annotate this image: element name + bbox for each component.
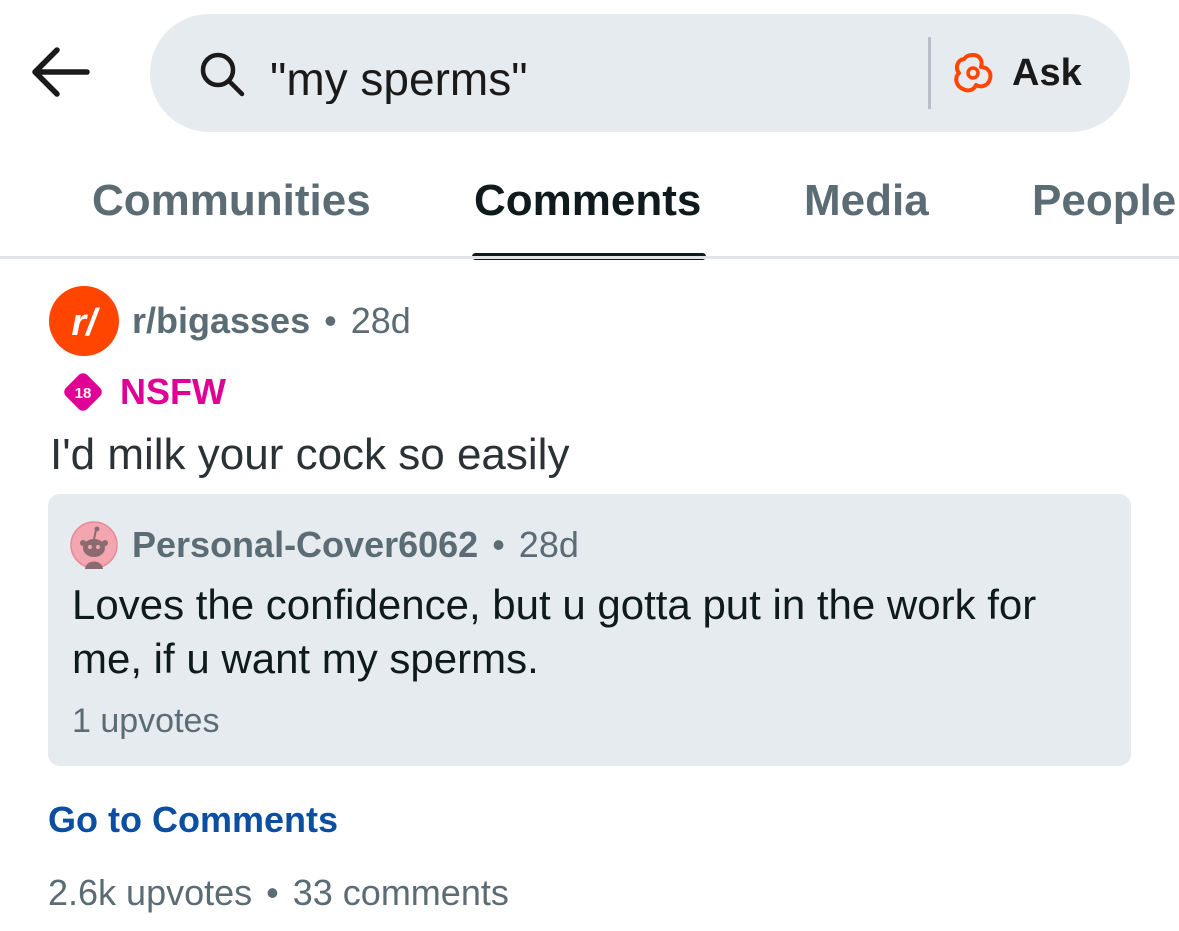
svg-text:18: 18: [75, 385, 92, 402]
nsfw-badge: 18 NSFW: [60, 370, 226, 414]
subreddit-name[interactable]: r/bigasses: [132, 300, 310, 342]
search-results-page: "my sperms" Ask Communities Comments Med…: [0, 0, 1179, 931]
search-divider: [928, 37, 931, 109]
comment-age: 28d: [518, 524, 579, 565]
tab-communities[interactable]: Communities: [92, 176, 371, 226]
comment-author[interactable]: Personal-Cover6062: [132, 524, 478, 566]
arrow-left-icon: [32, 47, 90, 97]
subreddit-avatar: r/: [49, 286, 119, 356]
tab-people[interactable]: People: [1032, 176, 1176, 226]
search-tabs: Communities Comments Media People: [0, 160, 1179, 260]
post-age: 28d: [350, 300, 411, 341]
post-upvotes: 2.6k upvotes: [48, 872, 253, 913]
comment-author-row: Personal-Cover6062 • 28d: [70, 520, 579, 570]
separator-dot: •: [324, 300, 337, 341]
search-icon: [200, 52, 245, 97]
svg-text:r/: r/: [71, 302, 100, 344]
post-title[interactable]: I'd milk your cock so easily: [50, 430, 569, 480]
separator-dot: •: [492, 524, 505, 565]
comment-upvotes: 1 upvotes: [72, 702, 220, 740]
tab-comments[interactable]: Comments: [474, 176, 701, 226]
comment-body: Loves the confidence, but u gotta put in…: [72, 581, 1037, 682]
ask-button[interactable]: Ask: [950, 44, 1100, 102]
ask-label: Ask: [1012, 51, 1082, 94]
back-button[interactable]: [22, 40, 96, 104]
post-comments-count: 33 comments: [292, 872, 509, 913]
ask-answers-icon: [954, 53, 993, 93]
snoo-avatar[interactable]: [70, 521, 118, 569]
separator-dot: •: [266, 872, 279, 913]
tabs-divider: [0, 256, 1179, 259]
go-to-comments-link[interactable]: Go to Comments: [48, 799, 338, 841]
subreddit-row[interactable]: r/ r/bigasses • 28d: [48, 283, 411, 359]
tab-media[interactable]: Media: [804, 176, 929, 226]
search-bar[interactable]: "my sperms" Ask: [150, 14, 1130, 132]
post-stats: 2.6k upvotes • 33 comments: [48, 872, 509, 914]
comment-preview[interactable]: Personal-Cover6062 • 28d Loves the confi…: [48, 494, 1131, 766]
search-input[interactable]: "my sperms": [270, 54, 830, 104]
nsfw-18-icon: 18: [64, 373, 102, 411]
nsfw-label: NSFW: [120, 371, 226, 412]
